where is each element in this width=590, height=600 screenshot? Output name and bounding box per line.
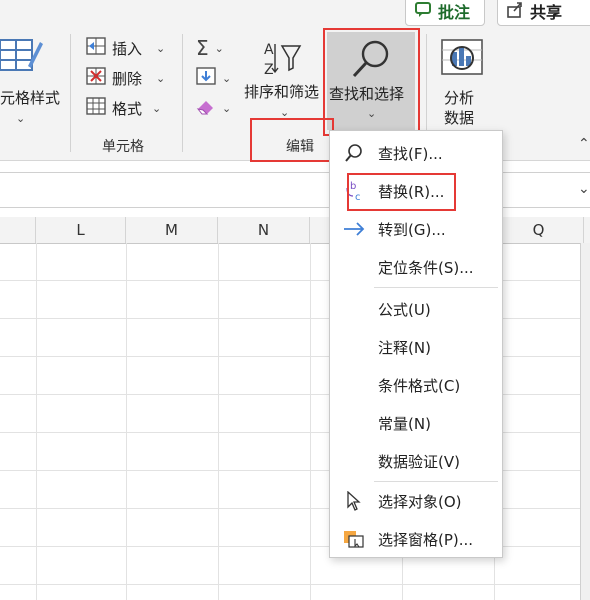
column-header-L[interactable]: L bbox=[36, 217, 126, 243]
chevron-down-icon: ⌄ bbox=[16, 112, 26, 125]
editing-group-highlight bbox=[250, 118, 334, 162]
menu-item-conditional-formatting[interactable]: 条件格式(C) bbox=[330, 367, 502, 403]
menu-item-data-validation[interactable]: 数据验证(V) bbox=[330, 443, 502, 479]
expand-formula-bar-icon[interactable]: ⌄ bbox=[578, 181, 590, 197]
eraser-icon bbox=[196, 97, 216, 119]
menu-item-label: 查找(F)... bbox=[378, 144, 443, 163]
insert-label: 插入 bbox=[112, 39, 143, 58]
menu-item-goto-special[interactable]: 定位条件(S)... bbox=[330, 249, 502, 285]
autosum-button[interactable]: Σ ⌄ bbox=[196, 36, 224, 60]
share-button[interactable]: 共享 bbox=[497, 0, 590, 26]
find-select-highlight bbox=[323, 28, 420, 136]
chevron-down-icon: ⌄ bbox=[222, 101, 232, 115]
analyze-data-label-line2: 数据 bbox=[444, 109, 475, 127]
menu-item-find[interactable]: 查找(F)... bbox=[330, 135, 502, 171]
chevron-down-icon: ⌄ bbox=[156, 71, 166, 85]
svg-text:Z: Z bbox=[264, 62, 274, 78]
delete-label: 删除 bbox=[112, 69, 143, 88]
group-separator bbox=[70, 34, 71, 152]
menu-item-label: 注释(N) bbox=[378, 338, 431, 357]
fill-button[interactable]: ⌄ bbox=[196, 66, 231, 90]
comment-icon bbox=[414, 0, 432, 22]
column-header-M[interactable]: M bbox=[126, 217, 218, 243]
clear-button[interactable]: ⌄ bbox=[196, 96, 231, 120]
comments-label: 批注 bbox=[438, 3, 471, 22]
vertical-scrollbar[interactable] bbox=[580, 243, 590, 600]
sort-filter-icon: A Z bbox=[262, 38, 302, 82]
share-label: 共享 bbox=[530, 3, 563, 22]
format-button[interactable]: 格式 ⌄ bbox=[86, 96, 161, 120]
title-strip: 批注 共享 bbox=[0, 0, 590, 28]
analyze-data-button[interactable]: 分析 数据 bbox=[436, 36, 490, 132]
cell-styles-label: 元格样式 bbox=[0, 89, 61, 107]
svg-text:A: A bbox=[264, 42, 274, 58]
delete-button[interactable]: 删除 ⌄ bbox=[86, 66, 165, 90]
menu-item-goto[interactable]: 转到(G)... bbox=[330, 211, 502, 247]
chevron-down-icon: ⌄ bbox=[156, 41, 166, 55]
analyze-data-icon bbox=[440, 38, 484, 82]
menu-item-formulas[interactable]: 公式(U) bbox=[330, 291, 502, 327]
column-header-N[interactable]: N bbox=[218, 217, 310, 243]
selection-pane-icon bbox=[330, 529, 378, 549]
menu-item-notes[interactable]: 注释(N) bbox=[330, 329, 502, 365]
menu-separator bbox=[374, 481, 498, 482]
arrow-right-icon bbox=[330, 221, 378, 237]
analyze-data-label-line1: 分析 bbox=[444, 89, 475, 107]
comments-button[interactable]: 批注 bbox=[405, 0, 485, 26]
menu-item-label: 条件格式(C) bbox=[378, 376, 461, 395]
format-label: 格式 bbox=[112, 99, 143, 118]
sort-filter-label: 排序和筛选 bbox=[244, 83, 320, 101]
cursor-arrow-icon bbox=[330, 491, 378, 511]
chevron-down-icon: ⌄ bbox=[222, 71, 232, 85]
share-icon bbox=[506, 0, 524, 22]
insert-cells-icon bbox=[86, 37, 106, 59]
menu-item-selection-pane[interactable]: 选择窗格(P)... bbox=[330, 521, 502, 557]
sigma-icon: Σ bbox=[196, 36, 209, 60]
menu-item-label: 常量(N) bbox=[378, 414, 431, 433]
menu-item-label: 选择对象(O) bbox=[378, 492, 462, 511]
menu-separator bbox=[374, 287, 498, 288]
delete-cells-icon bbox=[86, 67, 106, 89]
chevron-down-icon: ⌄ bbox=[214, 41, 224, 55]
collapse-ribbon-icon[interactable]: ⌃ bbox=[578, 136, 590, 152]
format-cells-icon bbox=[86, 97, 106, 119]
group-separator bbox=[182, 34, 183, 152]
menu-item-select-objects[interactable]: 选择对象(O) bbox=[330, 483, 502, 519]
chevron-down-icon: ⌄ bbox=[152, 101, 162, 115]
cell-styles-icon bbox=[0, 36, 44, 82]
menu-item-label: 定位条件(S)... bbox=[378, 258, 474, 277]
search-icon bbox=[330, 143, 378, 163]
menu-item-label: 数据验证(V) bbox=[378, 452, 460, 471]
column-header-partial[interactable] bbox=[0, 217, 36, 243]
menu-item-label: 公式(U) bbox=[378, 300, 431, 319]
cells-group-label: 单元格 bbox=[102, 139, 144, 155]
menu-item-label: 选择窗格(P)... bbox=[378, 530, 474, 549]
column-header-Q[interactable]: Q bbox=[494, 217, 584, 243]
replace-highlight bbox=[347, 173, 456, 211]
menu-item-constants[interactable]: 常量(N) bbox=[330, 405, 502, 441]
menu-item-label: 转到(G)... bbox=[378, 220, 446, 239]
fill-down-icon bbox=[196, 67, 216, 89]
cell-styles-button[interactable]: 元格样式 ⌄ bbox=[0, 36, 60, 126]
insert-button[interactable]: 插入 ⌄ bbox=[86, 36, 165, 60]
